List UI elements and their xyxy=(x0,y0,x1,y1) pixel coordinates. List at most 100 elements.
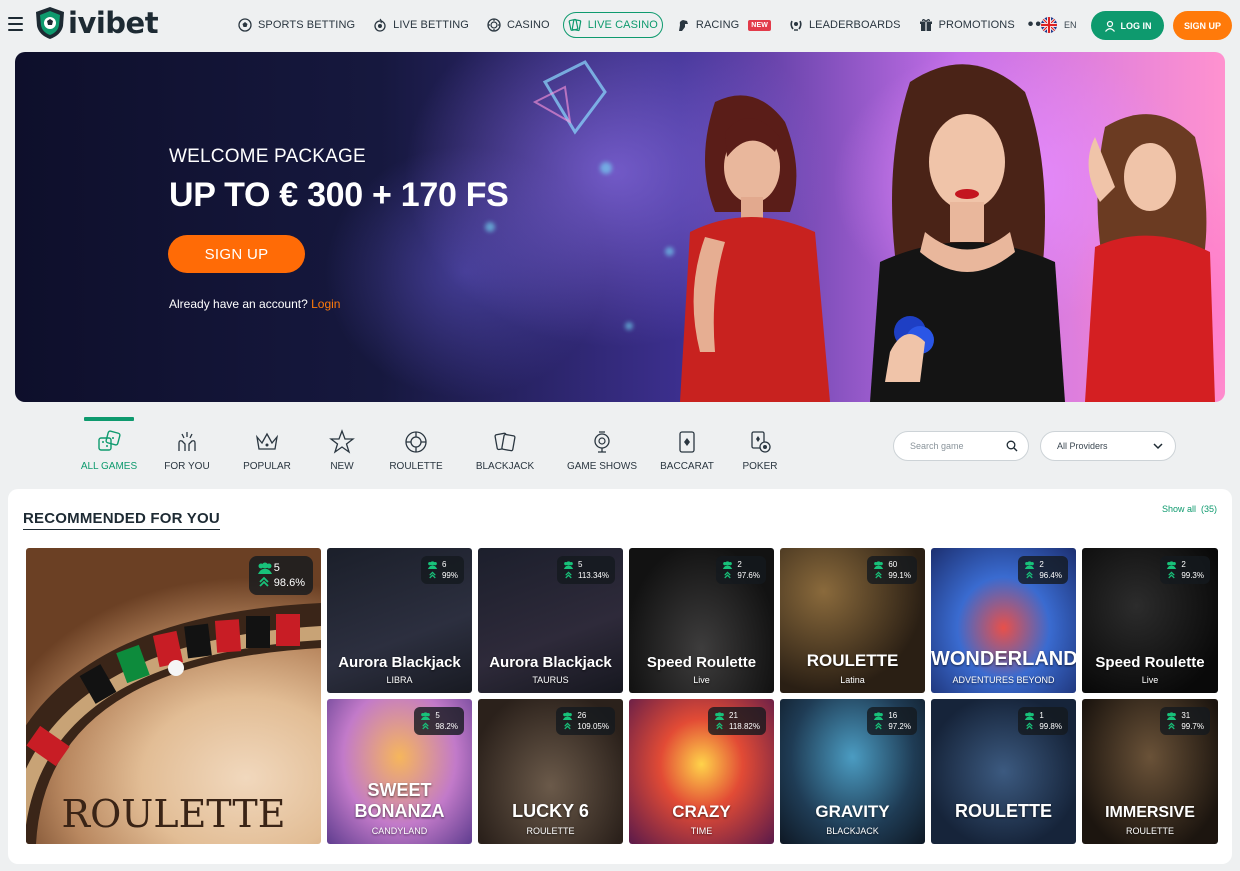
nav-racing[interactable]: RACING NEW xyxy=(671,12,776,38)
game-tile[interactable]: Speed Roulette Live 2 97.6% xyxy=(629,548,774,693)
nav-live-casino[interactable]: LIVE CASINO xyxy=(562,12,663,38)
players-icon xyxy=(1025,711,1035,720)
show-all-label: Show all xyxy=(1162,504,1197,514)
tab-roulette[interactable]: ROULETTE xyxy=(386,417,446,472)
game-stats-badge: 2 97.6% xyxy=(716,556,766,584)
game-tile[interactable]: Aurora Blackjack LIBRA 6 99% xyxy=(327,548,472,693)
menu-icon[interactable] xyxy=(8,17,23,31)
game-title: Aurora Blackjack xyxy=(489,654,612,671)
player-count: 21 xyxy=(729,711,738,720)
tab-popular[interactable]: POPULAR xyxy=(232,417,302,472)
show-all-count: (35) xyxy=(1201,504,1218,514)
poker-icon xyxy=(751,431,771,453)
nav-sports-betting[interactable]: SPORTS BETTING xyxy=(233,12,360,38)
star-icon xyxy=(329,429,355,454)
nav-leaderboards[interactable]: LEADERBOARDS xyxy=(784,12,906,38)
game-tile[interactable]: Speed Roulette Live 2 99.3% xyxy=(1082,548,1218,693)
game-stats-badge: 26 109.05% xyxy=(556,707,615,735)
signup-button[interactable]: SIGN UP xyxy=(1173,11,1232,40)
providers-select[interactable]: All Providers xyxy=(1040,431,1176,461)
rtp-icon xyxy=(1168,722,1176,730)
tab-baccarat[interactable]: BACCARAT xyxy=(652,417,722,472)
tab-label: POKER xyxy=(742,461,778,472)
tab-new[interactable]: NEW xyxy=(312,417,372,472)
new-badge: NEW xyxy=(748,19,771,31)
login-button[interactable]: LOG IN xyxy=(1091,11,1164,40)
language-code: EN xyxy=(1064,20,1077,30)
game-title: Aurora Blackjack xyxy=(338,654,461,671)
game-stats-badge: 31 99.7% xyxy=(1160,707,1210,735)
players-icon xyxy=(563,560,574,569)
player-count: 2 xyxy=(1039,560,1044,569)
nav-label: LIVE BETTING xyxy=(393,19,469,31)
tab-label: NEW xyxy=(330,461,354,472)
tab-all-games[interactable]: ALL GAMES xyxy=(80,417,138,472)
rtp-icon xyxy=(724,571,732,579)
game-tile[interactable]: CRAZY TIME 21 118.82% xyxy=(629,699,774,844)
player-count: 2 xyxy=(1181,560,1186,569)
game-subtitle: LIBRA xyxy=(386,675,413,685)
game-subtitle: TAURUS xyxy=(532,675,569,685)
uk-flag-icon xyxy=(1041,17,1057,33)
tab-label: POPULAR xyxy=(243,461,291,472)
logo[interactable]: ivibet xyxy=(34,6,159,40)
banner-signup-button[interactable]: SIGN UP xyxy=(168,235,305,273)
rtp-value: 99.7% xyxy=(1181,722,1204,731)
player-count: 2 xyxy=(737,560,742,569)
tab-blackjack[interactable]: BLACKJACK xyxy=(470,417,540,472)
game-subtitle: TIME xyxy=(690,826,713,836)
nav-label: RACING xyxy=(695,19,740,31)
game-tile[interactable]: WONDERLAND ADVENTURES BEYOND 2 96.4% xyxy=(931,548,1076,693)
providers-value: All Providers xyxy=(1057,441,1108,451)
players-icon xyxy=(257,562,272,574)
laurel-icon xyxy=(790,20,802,31)
casino-chip-icon xyxy=(487,18,501,32)
game-tile[interactable]: Aurora Blackjack TAURUS 5 113.34% xyxy=(478,548,623,693)
main-nav: SPORTS BETTING LIVE BETTING CASINO LIVE … xyxy=(233,11,1051,39)
microphone-icon xyxy=(594,431,610,453)
nav-live-betting[interactable]: LIVE BETTING xyxy=(368,12,474,38)
players-icon xyxy=(723,560,733,569)
show-all-link[interactable]: Show all (35) xyxy=(1162,504,1217,514)
account-prompt: Already have an account? Login xyxy=(169,297,340,311)
tab-for-you[interactable]: FOR YOU xyxy=(152,417,222,472)
tab-poker[interactable]: POKER xyxy=(730,417,790,472)
game-stats-badge: 2 96.4% xyxy=(1018,556,1068,584)
banner-headline: UP TO € 300 + 170 FS xyxy=(169,176,509,214)
player-count: 5 xyxy=(578,560,583,569)
crown-icon xyxy=(255,432,279,450)
game-title: ROULETTE xyxy=(806,651,899,670)
rtp-value: 99% xyxy=(441,571,458,580)
hands-icon xyxy=(178,432,196,451)
live-cards-icon xyxy=(568,18,581,32)
game-subtitle: ROULETTE xyxy=(526,826,575,836)
rtp-icon xyxy=(429,571,436,579)
game-tile[interactable]: ROULETTE 1 99.8% xyxy=(931,699,1076,844)
tab-game-shows[interactable]: GAME SHOWS xyxy=(562,417,642,472)
nav-label: CASINO xyxy=(506,19,550,31)
game-tile[interactable]: IMMERSIVE ROULETTE 31 99.7% xyxy=(1082,699,1218,844)
login-label: LOG IN xyxy=(1120,20,1152,31)
game-tile[interactable]: GRAVITY BLACKJACK 16 97.2% xyxy=(780,699,925,844)
game-title: CRAZY xyxy=(672,802,731,821)
game-subtitle: Latina xyxy=(840,675,865,685)
players-icon xyxy=(874,560,884,569)
banner-login-link[interactable]: Login xyxy=(311,297,340,311)
game-tile[interactable]: LUCKY 6 ROULETTE 26 109.05% xyxy=(478,699,623,844)
category-tabs: ALL GAMES FOR YOU POPULAR NEW ROULETTE B… xyxy=(80,417,790,472)
nav-label: SPORTS BETTING xyxy=(258,19,356,31)
account-prompt-text: Already have an account? xyxy=(169,297,308,311)
game-tile[interactable]: SWEET BONANZA CANDYLAND 5 98.2% xyxy=(327,699,472,844)
game-search-input[interactable]: Search game xyxy=(893,431,1029,461)
language-selector[interactable]: EN xyxy=(1041,17,1077,33)
nav-casino[interactable]: CASINO xyxy=(482,12,555,38)
game-tile-featured[interactable]: ROULETTE 5 98.6% xyxy=(26,548,321,844)
rtp-value: 113.34% xyxy=(578,571,609,580)
game-tile[interactable]: ROULETTE Latina 60 99.1% xyxy=(780,548,925,693)
players-icon xyxy=(1025,560,1035,569)
logo-text: ivibet xyxy=(68,6,159,40)
nav-promotions[interactable]: PROMOTIONS xyxy=(914,12,1020,38)
game-subtitle: ADVENTURES BEYOND xyxy=(952,675,1055,685)
rtp-icon xyxy=(565,571,572,579)
search-placeholder: Search game xyxy=(910,441,964,451)
